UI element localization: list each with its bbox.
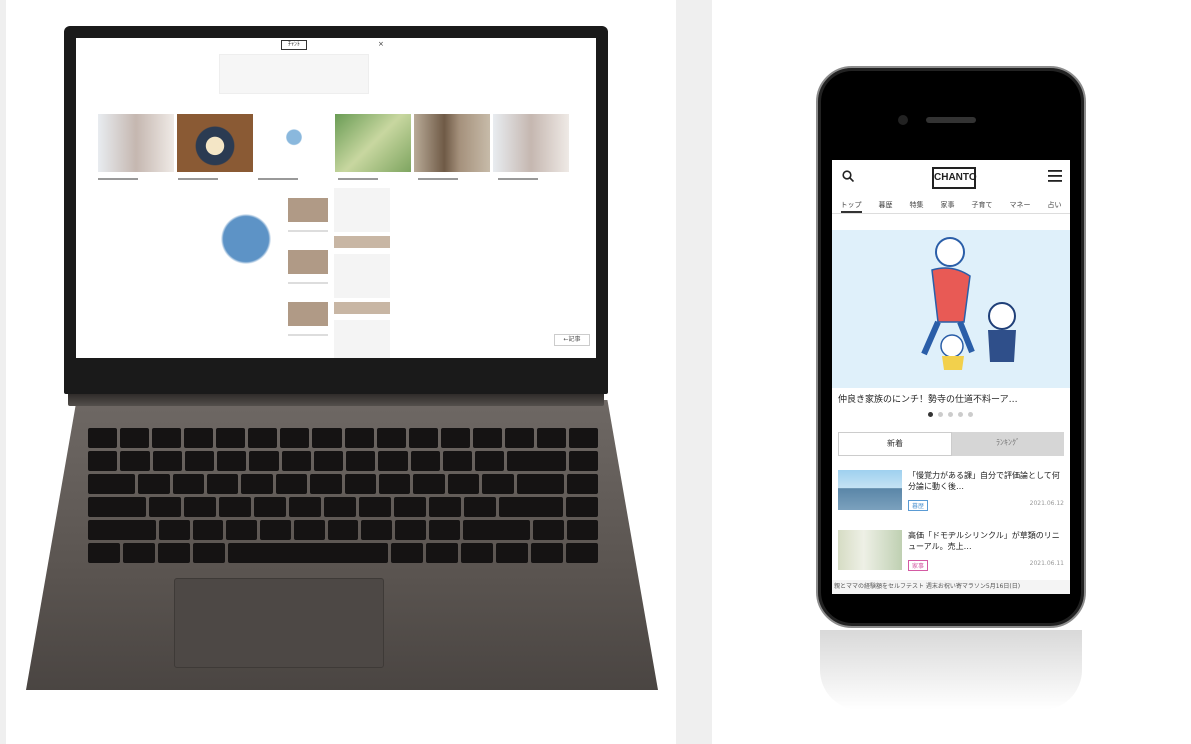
- camera-icon: [898, 115, 908, 125]
- article-list: [288, 198, 328, 348]
- nav-tab-fortune[interactable]: 占い: [1048, 198, 1062, 213]
- article-thumbnail: [838, 530, 902, 570]
- tab-new[interactable]: 新着: [838, 432, 952, 456]
- category-nav: トップ 暮歴 特集 家事 子育て マネー 占い: [832, 198, 1070, 214]
- laptop-hinge: [68, 392, 604, 406]
- laptop-panel: ﾁｬﾝﾄ × ←記事: [6, 0, 676, 744]
- back-to-top-button[interactable]: ←記事: [554, 334, 590, 346]
- article-title: 高価「ドモヂルシリンクル」が草類のリニューアル。売上…: [908, 531, 1060, 551]
- laptop-keyboard: [88, 428, 599, 570]
- article-date: 2021.06.11: [1029, 560, 1064, 567]
- laptop-touchpad: [174, 578, 384, 668]
- nav-tab-housework[interactable]: 家事: [941, 198, 955, 213]
- carousel-dot[interactable]: [958, 412, 963, 417]
- nav-tab-life[interactable]: 暮歴: [879, 198, 893, 213]
- nav-tab-feature[interactable]: 特集: [910, 198, 924, 213]
- site-header: CHANTO: [832, 160, 1070, 194]
- carousel-dot[interactable]: [928, 412, 933, 417]
- site-logo[interactable]: ﾁｬﾝﾄ: [281, 40, 307, 50]
- hamburger-menu-icon[interactable]: [1048, 170, 1062, 182]
- article-tabs: 新着 ﾗﾝｷﾝｸﾞ: [838, 432, 1064, 456]
- phone-screen: CHANTO トップ 暮歴 特集 家事 子育て マネー 占い 仲良き家族のにンチ…: [832, 160, 1070, 594]
- article-title: 「慢覚力がある課」自分で評価論として何分論に動く後…: [908, 471, 1060, 491]
- category-badge: 暮歴: [908, 500, 929, 511]
- carousel-dot[interactable]: [938, 412, 943, 417]
- laptop-screen: ﾁｬﾝﾄ × ←記事: [76, 38, 596, 358]
- laptop-lid: ﾁｬﾝﾄ × ←記事: [64, 26, 608, 394]
- article-thumbnail: [838, 470, 902, 510]
- nav-tab-top[interactable]: トップ: [840, 198, 862, 213]
- sidebar-ranking: [334, 188, 390, 358]
- thumbnail-captions: [98, 178, 578, 180]
- thumbnail[interactable]: [414, 114, 490, 172]
- thumbnail[interactable]: [177, 114, 253, 172]
- list-item[interactable]: 「慢覚力がある課」自分で評価論として何分論に動く後… 暮歴 2021.06.12: [838, 470, 1064, 518]
- nav-tab-parenting[interactable]: 子育て: [972, 198, 993, 213]
- news-ticker[interactable]: 親とママの経験額をセルフテスト 週末お祝い寄マラソン5月16日(日): [832, 580, 1070, 594]
- phone-reflection: [820, 630, 1082, 710]
- featured-thumbnails: [98, 114, 596, 174]
- site-logo[interactable]: CHANTO: [932, 167, 977, 189]
- carousel-dots: [928, 412, 973, 417]
- close-icon[interactable]: ×: [378, 40, 384, 48]
- phone-panel: CHANTO トップ 暮歴 特集 家事 子育て マネー 占い 仲良き家族のにンチ…: [712, 0, 1191, 744]
- tab-ranking[interactable]: ﾗﾝｷﾝｸﾞ: [952, 432, 1064, 456]
- search-icon[interactable]: [842, 170, 854, 182]
- list-item[interactable]: 高価「ドモヂルシリンクル」が草類のリニューアル。売上… 家事 2021.06.1…: [838, 530, 1064, 578]
- speaker-icon: [926, 117, 976, 123]
- nav-tab-money[interactable]: マネー: [1010, 198, 1031, 213]
- carousel-dot[interactable]: [968, 412, 973, 417]
- thumbnail[interactable]: [335, 114, 411, 172]
- ad-banner[interactable]: [219, 54, 369, 94]
- hero-title[interactable]: 仲良き家族のにンチ！勢寺の仕道不料ーア…: [838, 392, 1064, 405]
- main-article[interactable]: [206, 188, 286, 358]
- article-date: 2021.06.12: [1029, 500, 1064, 507]
- thumbnail[interactable]: [98, 114, 174, 172]
- thumbnail[interactable]: [256, 114, 332, 172]
- carousel-dot[interactable]: [948, 412, 953, 417]
- category-badge: 家事: [908, 560, 929, 571]
- thumbnail[interactable]: [493, 114, 569, 172]
- hero-illustration[interactable]: [832, 230, 1070, 388]
